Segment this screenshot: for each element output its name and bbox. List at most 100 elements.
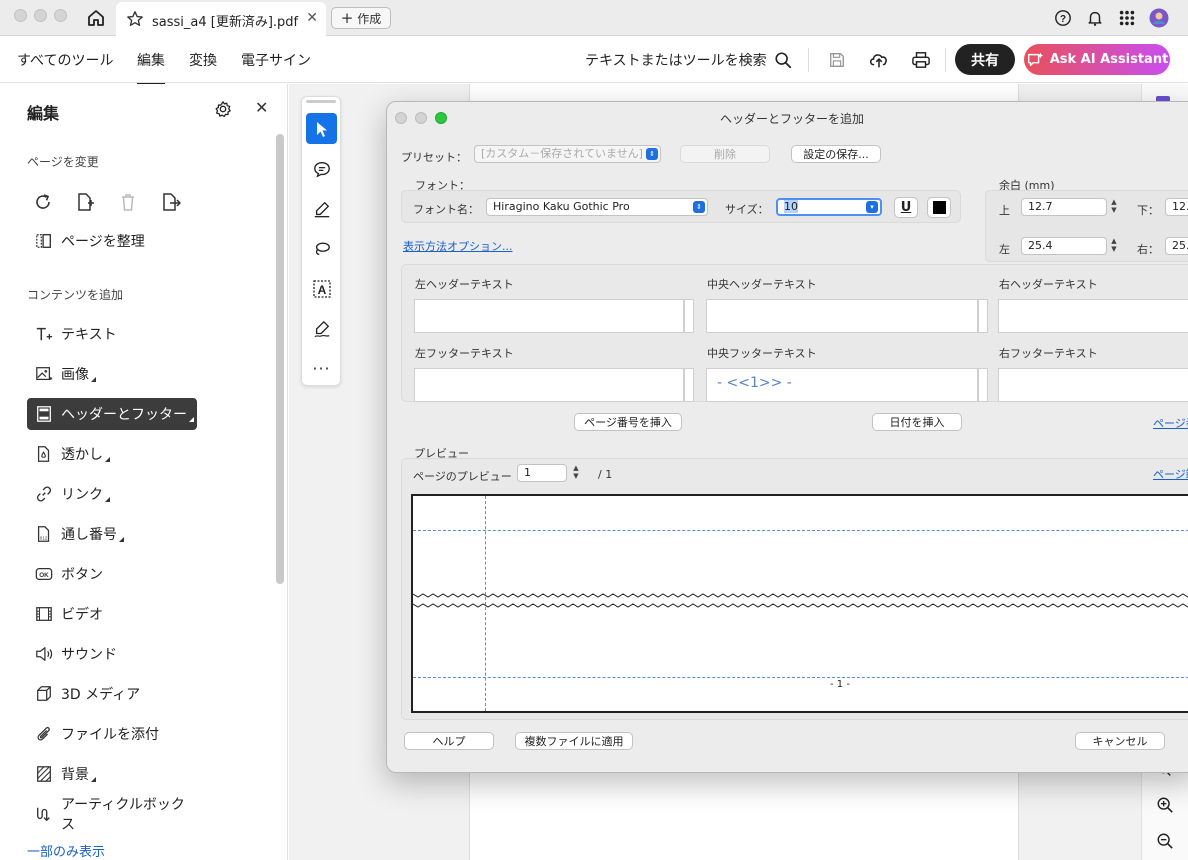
tool-search-box[interactable]: テキストまたはツールを検索 [585, 50, 767, 70]
more-tools-icon[interactable]: ··· [306, 353, 337, 384]
tool-item-link[interactable]: リンク [27, 478, 197, 510]
tool-item-text-add[interactable]: テキスト [27, 318, 197, 350]
show-less-link[interactable]: 一部のみ表示 [27, 841, 105, 860]
rotate-icon[interactable] [31, 190, 55, 214]
tool-item-article[interactable]: アーティクルボックス [27, 797, 197, 833]
delete-page-icon[interactable] [116, 190, 140, 214]
left-footer-scrollbar[interactable] [684, 368, 694, 402]
section-modify-pages: ページを変更 [27, 155, 99, 169]
select-tool-button[interactable] [306, 113, 337, 144]
draw-tool-button[interactable] [306, 233, 337, 264]
text-color-button[interactable] [927, 197, 951, 218]
gear-icon[interactable] [214, 100, 232, 122]
help-icon[interactable]: ? [1053, 8, 1073, 28]
insert-date-button[interactable]: 日付を挿入 [872, 413, 962, 431]
tool-item-video[interactable]: ビデオ [27, 598, 197, 630]
margin-right-input[interactable]: 25.4 [1165, 237, 1188, 255]
menu-all-tools[interactable]: すべてのツール [17, 50, 113, 70]
close-window-button[interactable] [14, 9, 27, 22]
comment-tool-button[interactable] [306, 153, 337, 184]
apps-grid-icon[interactable] [1117, 8, 1137, 28]
display-options-link[interactable]: 表示方法オプション... [403, 238, 513, 254]
page-preview-stepper[interactable]: ▲ ▼ [571, 464, 581, 482]
left-footer-textbox[interactable] [414, 368, 684, 402]
tool-item-cube[interactable]: 3D メディア [27, 678, 197, 710]
left-header-scrollbar[interactable] [684, 299, 694, 333]
ai-chat-icon [1027, 52, 1043, 66]
document-tab[interactable]: sassi_a4 [更新済み].pdf ✕ [116, 2, 326, 36]
tool-item-sound[interactable]: サウンド [27, 638, 197, 670]
tool-item-watermark[interactable]: 透かし [27, 438, 197, 470]
margin-top-stepper[interactable]: ▲ ▼ [1109, 198, 1119, 216]
margin-left-input[interactable]: 25.4 [1021, 237, 1107, 255]
print-icon[interactable] [909, 48, 933, 72]
tool-item-label: アーティクルボックス [61, 797, 185, 833]
insert-page-number-button[interactable]: ページ番号を挿入 [574, 413, 682, 431]
margin-bottom-input[interactable]: 12.7 [1165, 198, 1188, 216]
menu-e-sign[interactable]: 電子サイン [241, 50, 311, 70]
ai-assistant-button[interactable]: Ask AI Assistant [1024, 44, 1170, 75]
rail-drag-handle[interactable] [306, 100, 336, 103]
margin-left-stepper[interactable]: ▲ ▼ [1109, 237, 1119, 255]
margin-top-input[interactable]: 12.7 [1021, 198, 1107, 216]
page-range-link[interactable]: ページ範 [1153, 466, 1188, 482]
bell-icon[interactable] [1085, 8, 1105, 28]
new-tab-button[interactable]: + 作成 [331, 7, 391, 29]
extract-page-icon[interactable] [159, 190, 183, 214]
right-footer-textbox[interactable] [998, 368, 1188, 402]
dialog-title-bar: ヘッダーとフッターを追加 [387, 102, 1188, 132]
avatar[interactable] [1149, 8, 1169, 28]
menu-edit[interactable]: 編集 [137, 50, 165, 85]
video-icon [35, 605, 53, 623]
home-button[interactable] [84, 7, 108, 29]
font-size-select[interactable]: 10 ▾ [776, 198, 882, 216]
insert-page-icon[interactable] [73, 190, 97, 214]
cancel-button[interactable]: キャンセル [1075, 732, 1165, 750]
right-header-textbox[interactable] [998, 299, 1188, 333]
delete-preset-button[interactable]: 削除 [680, 145, 770, 163]
tab-close-icon[interactable]: ✕ [306, 10, 318, 26]
panel-scrollbar[interactable] [276, 134, 284, 584]
organize-pages-item[interactable]: ページを整理 [27, 225, 197, 257]
tool-item-label: サウンド [61, 647, 117, 663]
save-icon[interactable] [825, 48, 849, 72]
apply-multiple-files-button[interactable]: 複数ファイルに適用 [515, 732, 633, 750]
font-name-select[interactable]: Hiragino Kaku Gothic Pro ⇕ [486, 198, 708, 216]
tool-item-ok-button[interactable]: OK ボタン [27, 558, 197, 590]
tool-item-paperclip[interactable]: ファイルを添付 [27, 718, 197, 750]
help-button[interactable]: ヘルプ [404, 732, 494, 750]
page-number-format-link[interactable]: ページ番 [1153, 415, 1188, 431]
zoom-out-icon[interactable] [1156, 832, 1174, 854]
menu-divider [945, 48, 946, 72]
left-header-textbox[interactable] [414, 299, 684, 333]
star-icon[interactable] [126, 10, 144, 32]
header-footer-dialog: ヘッダーとフッターを追加 プリセット： [カスタム－保存されていません] ⇕ 削… [386, 101, 1188, 773]
center-header-scrollbar[interactable] [978, 299, 988, 333]
tool-item-background[interactable]: 背景 [27, 758, 197, 790]
share-button[interactable]: 共有 [955, 44, 1015, 75]
zoom-window-button[interactable] [54, 9, 67, 22]
preset-select[interactable]: [カスタム－保存されていません] ⇕ [474, 145, 661, 163]
sign-tool-button[interactable] [306, 313, 337, 344]
center-footer-textbox[interactable]: - <<1>> - [706, 368, 978, 402]
cloud-upload-icon[interactable] [867, 48, 891, 72]
minimize-window-button[interactable] [34, 9, 47, 22]
background-icon [35, 765, 53, 783]
text-select-tool-button[interactable]: A [306, 273, 337, 304]
tool-item-bates-number[interactable]: 012 通し番号 [27, 518, 197, 550]
center-footer-scrollbar[interactable] [978, 368, 988, 402]
zoom-in-icon[interactable] [1156, 796, 1174, 818]
search-icon[interactable] [771, 48, 795, 72]
underline-button[interactable]: U [894, 197, 918, 218]
font-size-label: サイズ： [725, 203, 769, 216]
lasso-icon [315, 241, 330, 255]
center-header-textbox[interactable] [706, 299, 978, 333]
page-preview-input[interactable]: 1 [517, 464, 567, 482]
tool-item-header-footer[interactable]: ヘッダーとフッター [27, 398, 197, 430]
tool-item-label: 背景 [61, 767, 89, 783]
close-panel-icon[interactable]: ✕ [255, 98, 268, 117]
save-settings-button[interactable]: 設定の保存... [791, 145, 881, 163]
menu-convert[interactable]: 変換 [189, 50, 217, 70]
tool-item-image[interactable]: 画像 [27, 358, 197, 390]
highlight-tool-button[interactable] [306, 193, 337, 224]
